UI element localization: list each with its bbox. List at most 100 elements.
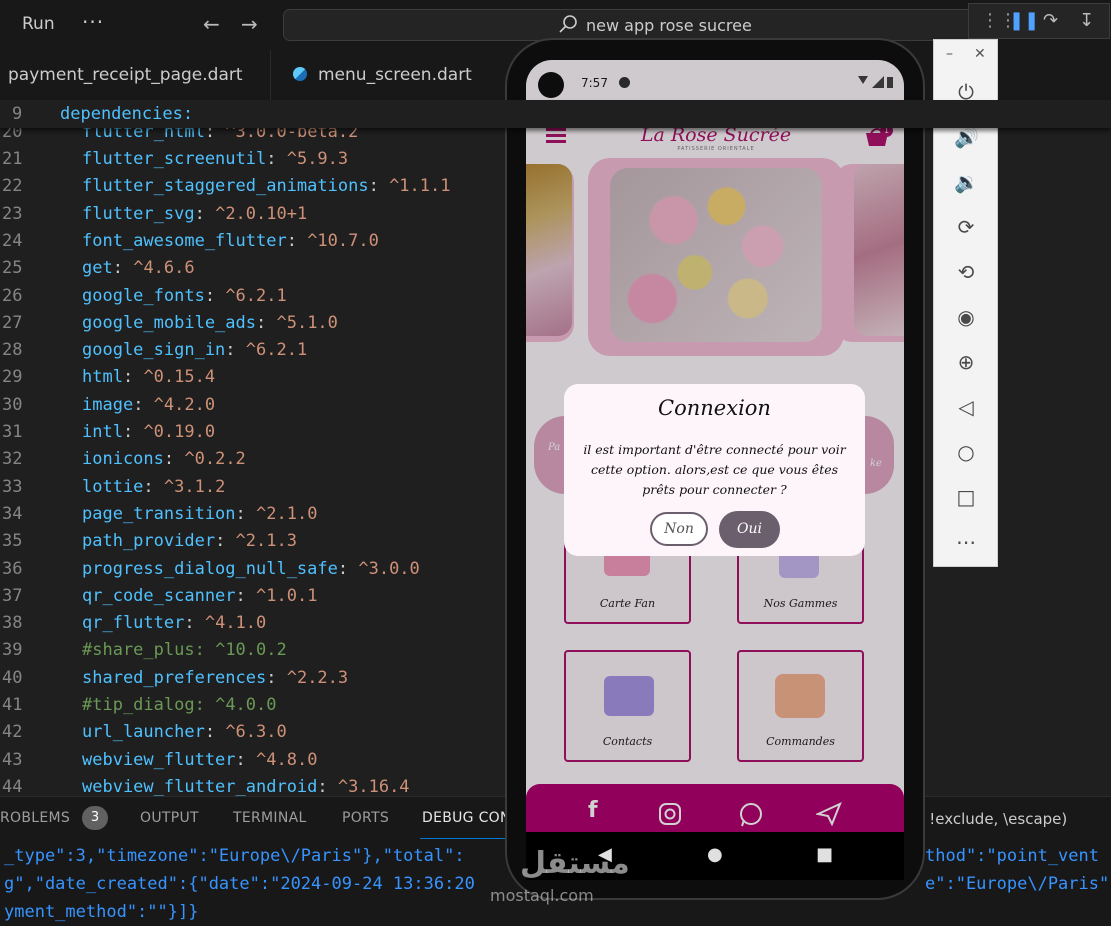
code-line: google_sign_in: ^6.2.1	[82, 340, 308, 361]
line-number: 31	[2, 422, 23, 442]
yes-button[interactable]: Oui	[719, 511, 780, 548]
command-center-search[interactable]: new app rose sucree	[283, 9, 983, 41]
line-number: 36	[2, 558, 23, 579]
line-number: 9	[12, 104, 23, 124]
volume-down-icon[interactable]: 🔉	[954, 170, 979, 194]
tab-problems[interactable]: ROBLEMS	[0, 810, 70, 826]
dependency-name: lottie	[82, 476, 144, 497]
line-number: 35	[2, 531, 23, 552]
console-line: yment_method":""}]}	[4, 902, 199, 922]
code-line: html: ^0.15.4	[82, 367, 216, 388]
watermark-text: mostaql.com	[490, 886, 594, 905]
dart-file-icon	[293, 67, 307, 81]
run-menu[interactable]: Run	[22, 14, 55, 34]
code-line: progress_dialog_null_safe: ^3.0.0	[82, 558, 420, 579]
sticky-text: dependencies:	[60, 104, 194, 124]
dependency-name: #tip_dialog	[82, 695, 195, 715]
line-number: 33	[2, 476, 23, 497]
sticky-scroll-line[interactable]: 9 dependencies:	[0, 100, 1111, 128]
more-menu-button[interactable]: ···	[82, 10, 104, 34]
tab-terminal[interactable]: TERMINAL	[233, 810, 307, 826]
dependency-version: ^3.0.0	[358, 558, 420, 579]
code-line: google_mobile_ads: ^5.1.0	[82, 312, 338, 333]
dependency-version: ^10.7.0	[307, 230, 379, 251]
console-line: _type":3,"timezone":"Europe\/Paris"},"to…	[4, 846, 465, 866]
filter-input[interactable]: xt, !exclude, \escape)	[905, 810, 1067, 828]
back-arrow-icon[interactable]: ←	[203, 12, 220, 36]
dependency-name: webview_flutter_android	[82, 776, 318, 797]
code-line: flutter_staggered_animations: ^1.1.1	[82, 176, 451, 197]
tab-ports[interactable]: PORTS	[342, 810, 389, 826]
screenshot-camera-icon[interactable]: ◉	[954, 305, 978, 329]
dependency-name: qr_code_scanner	[82, 585, 236, 606]
line-number: 29	[2, 367, 23, 388]
rotate-right-icon[interactable]: ⟲	[954, 260, 978, 284]
dependency-version: ^1.1.1	[389, 176, 451, 197]
debug-toolbar: ⋮⋮ ❚❚ ↷ ↧	[968, 3, 1110, 39]
dependency-name: shared_preferences	[82, 667, 267, 688]
active-tab-indicator	[420, 838, 510, 839]
dependency-version: ^4.1.0	[204, 613, 267, 634]
home-icon[interactable]: ○	[954, 440, 978, 464]
line-number: 22	[2, 176, 23, 197]
dependency-name: image	[82, 394, 134, 415]
tab-divider	[270, 50, 271, 100]
dependency-name: progress_dialog_null_safe	[82, 558, 338, 579]
tab-menu-screen[interactable]: menu_screen.dart	[318, 50, 472, 100]
overview-icon[interactable]: □	[954, 485, 978, 509]
phone-screen[interactable]: 7:57 La Rose Sucrée PATISSERIE ORIENTALE…	[526, 60, 904, 832]
volume-up-icon[interactable]: 🔊	[954, 125, 979, 149]
dependency-version: ^4.0.0	[215, 695, 277, 715]
code-line: page_transition: ^2.1.0	[82, 503, 318, 524]
search-text: new app rose sucree	[586, 16, 752, 35]
line-number: 44	[2, 776, 23, 797]
zoom-icon[interactable]: ⊕	[954, 350, 978, 374]
step-over-icon[interactable]: ↷	[1043, 10, 1058, 31]
home-nav-icon[interactable]: ●	[707, 844, 723, 865]
code-line: path_provider: ^2.1.3	[82, 531, 297, 552]
more-options-icon[interactable]: ⋯	[954, 530, 978, 554]
code-line: flutter_screenutil: ^5.9.3	[82, 149, 349, 169]
code-line: qr_flutter: ^4.1.0	[82, 613, 267, 634]
dependency-version: ^6.2.1	[225, 285, 287, 306]
tab-debug-console[interactable]: DEBUG CON	[422, 810, 511, 826]
rotate-left-icon[interactable]: ⟳	[954, 215, 978, 239]
line-number: 41	[2, 695, 23, 715]
forward-arrow-icon[interactable]: →	[241, 12, 258, 36]
code-line: google_fonts: ^6.2.1	[82, 285, 287, 306]
dependency-version: ^0.15.4	[143, 367, 216, 388]
no-button[interactable]: Non	[650, 512, 708, 546]
code-line: get: ^4.6.6	[82, 258, 195, 279]
dependency-name: flutter_svg	[82, 203, 195, 224]
line-number: 40	[2, 667, 23, 688]
dependency-version: ^0.2.2	[184, 449, 246, 470]
code-line: image: ^4.2.0	[82, 394, 216, 415]
step-into-icon[interactable]: ↧	[1079, 10, 1094, 31]
dependency-version: ^2.1.0	[256, 503, 318, 524]
minimize-icon[interactable]: –	[946, 46, 953, 62]
dependency-version: ^2.1.3	[235, 531, 297, 552]
dependency-name: webview_flutter	[82, 749, 236, 770]
console-line: g","date_created":{"date":"2024-09-24 13…	[4, 874, 475, 894]
dependency-version: ^0.19.0	[143, 422, 216, 442]
line-number: 24	[2, 230, 23, 251]
tab-payment-receipt[interactable]: payment_receipt_page.dart	[8, 50, 243, 100]
problems-count-badge: 3	[82, 806, 108, 830]
dependency-version: ^4.6.6	[133, 258, 195, 279]
recents-nav-icon[interactable]: ■	[816, 844, 833, 865]
pause-icon[interactable]: ❚❚	[1009, 10, 1039, 31]
console-line-right: e":"Europe\/Paris"}	[925, 874, 1111, 894]
code-line: webview_flutter: ^4.8.0	[82, 749, 318, 770]
back-icon[interactable]: ◁	[954, 395, 978, 419]
tab-output[interactable]: OUTPUT	[140, 810, 199, 826]
dependency-version: ^1.0.1	[256, 585, 318, 606]
dialog-title: Connexion	[658, 396, 771, 420]
code-line: font_awesome_flutter: ^10.7.0	[82, 230, 379, 251]
line-number: 39	[2, 640, 23, 661]
close-icon[interactable]: ✕	[974, 46, 986, 62]
dependency-version: ^4.8.0	[256, 749, 318, 770]
dependency-name: html	[82, 367, 123, 388]
dialog-message: il est important d'être connecté pour vo…	[583, 442, 846, 497]
line-number: 42	[2, 722, 23, 743]
line-number: 28	[2, 340, 23, 361]
